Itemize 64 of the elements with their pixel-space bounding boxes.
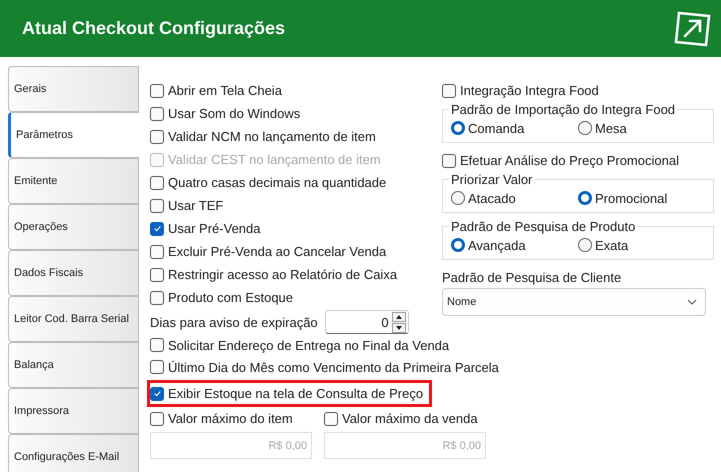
- radio-button[interactable]: [451, 121, 465, 135]
- sidebar-tab[interactable]: Emitente: [8, 158, 139, 204]
- option-label: Último Dia do Mês como Vencimento da Primeira Parcela: [168, 360, 499, 374]
- checkbox[interactable]: [150, 360, 164, 374]
- option-label: Valor máximo da venda: [342, 411, 478, 426]
- option-label: Exibir Estoque na tela de Consulta de Preço: [168, 386, 424, 401]
- checkbox[interactable]: [442, 84, 456, 98]
- sidebar-tab[interactable]: Configurações E-Mail: [8, 434, 139, 472]
- chevron-down-icon: [687, 299, 697, 305]
- sidebar-tab[interactable]: Impressora: [8, 388, 139, 434]
- number-field[interactable]: 0: [324, 310, 409, 334]
- option-label: Efetuar Análise do Preço Promocional: [460, 153, 679, 168]
- sidebar-tab[interactable]: Operações: [8, 204, 139, 250]
- checkbox[interactable]: [150, 106, 164, 120]
- field-label: Padrão de Pesquisa de Cliente: [442, 270, 622, 287]
- arrow-logo-icon: [673, 8, 713, 48]
- option-label: Validar CEST no lançamento de item: [168, 152, 381, 167]
- checkbox[interactable]: [150, 290, 164, 304]
- option-label: Abrir em Tela Cheia: [168, 83, 282, 98]
- dropdown[interactable]: Nome: [442, 288, 706, 316]
- check-icon: [152, 224, 162, 233]
- checkbox[interactable]: [150, 338, 164, 352]
- checkbox[interactable]: [150, 268, 164, 282]
- sidebar-tab[interactable]: Balança: [8, 342, 139, 388]
- checkbox[interactable]: [150, 222, 164, 236]
- radio-button[interactable]: [578, 238, 592, 252]
- option-label: Excluir Pré-Venda ao Cancelar Venda: [168, 244, 386, 259]
- group-title: Priorizar Valor: [450, 172, 534, 187]
- option-label: Promocional: [595, 190, 668, 206]
- sidebar-tab[interactable]: Gerais: [8, 66, 139, 112]
- window-title: Atual Checkout Configurações: [22, 18, 286, 39]
- option-label: Avançada: [468, 238, 526, 252]
- radio-button[interactable]: [451, 191, 465, 205]
- option-label: Valor máximo do item: [168, 411, 293, 426]
- option-label: Quatro casas decimais na quantidade: [168, 175, 386, 190]
- option-label: Restringir acesso ao Relatório de Caixa: [168, 267, 398, 282]
- sidebar-tab[interactable]: Dados Fiscais: [8, 250, 139, 296]
- option-label: Mesa: [595, 120, 627, 136]
- option-label: Produto com Estoque: [168, 290, 294, 305]
- group-title: Padrão de Importação do Integra Food: [450, 102, 676, 117]
- checkbox[interactable]: [150, 386, 164, 400]
- option-label: Integração Integra Food: [460, 83, 599, 98]
- sidebar-tab[interactable]: Leitor Cod. Barra Serial: [8, 296, 139, 342]
- checkbox[interactable]: [442, 154, 456, 168]
- option-label: Exata: [595, 238, 628, 252]
- option-label: Comanda: [468, 120, 524, 136]
- option-label: Usar TEF: [168, 198, 224, 213]
- option-label: Solicitar Endereço de Entrega no Final da Venda: [168, 338, 450, 352]
- radio-button[interactable]: [451, 238, 465, 252]
- radio-button[interactable]: [578, 191, 592, 205]
- radio-button[interactable]: [578, 121, 592, 135]
- checkbox[interactable]: [150, 84, 164, 98]
- checkbox[interactable]: [150, 130, 164, 144]
- group-title: Padrão de Pesquisa de Produto: [450, 219, 636, 234]
- check-icon: [152, 389, 162, 398]
- option-label: Usar Som do Windows: [168, 106, 300, 121]
- option-label: Usar Pré-Venda: [168, 221, 260, 236]
- checkbox[interactable]: [150, 244, 164, 258]
- option-label: Validar NCM no lançamento de item: [168, 129, 376, 144]
- checkbox[interactable]: [150, 198, 164, 212]
- checkbox[interactable]: [150, 176, 164, 190]
- sidebar-tab[interactable]: Parâmetros: [8, 112, 139, 158]
- field-label: Dias para aviso de expiração: [150, 314, 318, 330]
- option-label: Atacado: [468, 190, 516, 206]
